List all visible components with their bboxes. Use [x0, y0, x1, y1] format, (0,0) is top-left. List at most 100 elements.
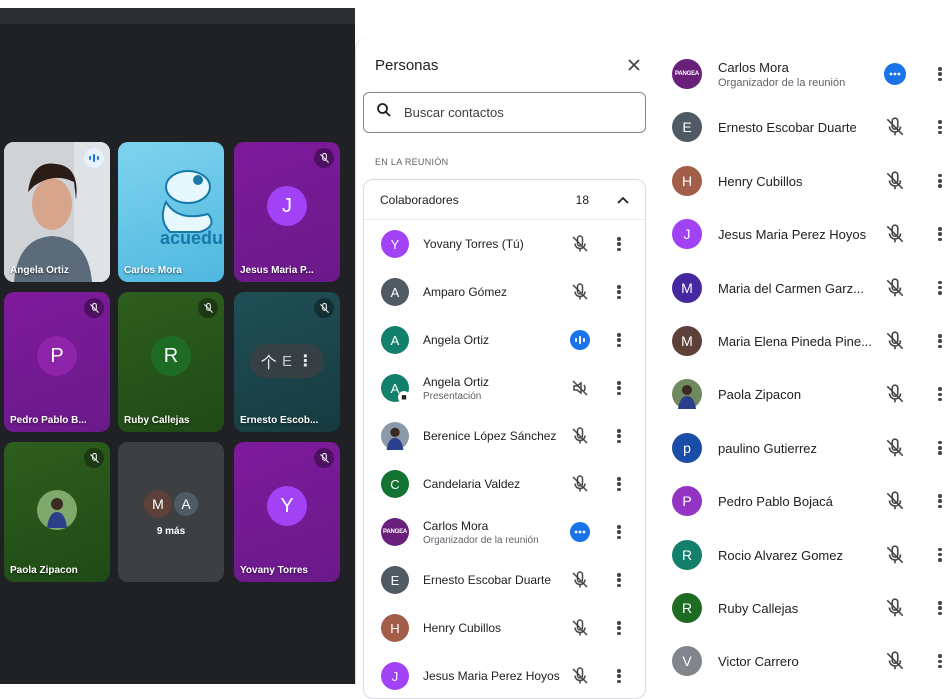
mic-off-icon[interactable] — [884, 330, 906, 352]
participant-row[interactable]: PANGEA Carlos Mora Organizador de la reuni… — [364, 508, 645, 556]
mic-off-icon — [198, 298, 218, 318]
participant-row[interactable]: M Maria del Carmen Garz... — [652, 261, 945, 315]
video-tile-yovany-torres[interactable]: Y Yovany Torres — [234, 442, 340, 582]
presentation-badge-icon: ■ — [398, 391, 410, 403]
participant-row[interactable]: E Ernesto Escobar Duarte — [364, 556, 645, 604]
pin-icon[interactable]: 个 — [261, 349, 277, 373]
more-vert-icon[interactable] — [935, 545, 945, 565]
avatar: E — [672, 112, 702, 143]
more-vert-icon[interactable] — [935, 171, 945, 191]
more-options-circle-icon[interactable] — [884, 63, 906, 85]
more-vert-icon[interactable] — [614, 522, 624, 542]
video-tile-ernesto-escobar[interactable]: 个 E ⋮ Ernesto Escob... — [234, 292, 340, 432]
participant-row[interactable]: Paola Zipacon — [652, 367, 945, 421]
more-vert-icon[interactable] — [614, 282, 624, 302]
avatar: H — [381, 614, 409, 642]
participant-row[interactable]: H Henry Cubillos — [652, 154, 945, 208]
participant-row[interactable]: H Henry Cubillos — [364, 604, 645, 652]
participant-row[interactable]: PANGEA Carlos Mora Organizador de la reuni… — [652, 47, 945, 101]
mic-off-icon[interactable] — [884, 277, 906, 299]
more-vert-icon[interactable] — [614, 474, 624, 494]
mic-off-icon[interactable] — [884, 170, 906, 192]
more-vert-icon[interactable] — [935, 598, 945, 618]
avatar: PANGEA — [672, 59, 702, 89]
more-vert-icon[interactable] — [935, 64, 945, 84]
video-tile-angela-ortiz[interactable]: Angela Ortiz — [4, 142, 110, 282]
participant-row[interactable]: J Jesus Maria Perez Hoyos — [652, 207, 945, 261]
participant-row[interactable]: V Victor Carrero — [652, 634, 945, 688]
more-vert-icon[interactable] — [614, 330, 624, 350]
participant-row[interactable]: p paulino Gutierrez — [652, 421, 945, 475]
avatar: p — [672, 432, 702, 463]
more-vert-icon[interactable] — [614, 570, 624, 590]
participant-name: Amparo Gómez — [423, 285, 508, 299]
chevron-up-icon[interactable] — [617, 191, 629, 209]
participant-row[interactable]: A Amparo Gómez — [364, 268, 645, 316]
participant-row[interactable]: R Rocio Alvarez Gomez — [652, 528, 945, 582]
search-input[interactable]: Buscar contactos — [363, 92, 646, 133]
more-options-icon[interactable]: ⋮ — [297, 351, 313, 371]
more-vert-icon[interactable] — [935, 224, 945, 244]
video-tile-pedro-pablo[interactable]: P Pedro Pablo B... — [4, 292, 110, 432]
participant-list: PANGEA Carlos Mora Organizador de la reuni… — [652, 47, 945, 684]
participant-row[interactable]: A Angela Ortiz Presentación ■ — [364, 364, 645, 412]
more-vert-icon[interactable] — [935, 331, 945, 351]
mic-off-icon[interactable] — [884, 383, 906, 405]
participant-row[interactable]: A Angela Ortiz — [364, 316, 645, 364]
tile-name: Jesus Maria P... — [240, 265, 314, 276]
close-icon[interactable] — [624, 55, 644, 75]
participant-row[interactable]: C Candelaria Valdez — [364, 460, 645, 508]
participant-name: Angela Ortiz — [423, 375, 490, 389]
more-vert-icon[interactable] — [614, 666, 624, 686]
mic-off-icon[interactable] — [884, 544, 906, 566]
mic-off-icon[interactable] — [884, 437, 906, 459]
more-vert-icon[interactable] — [935, 384, 945, 404]
video-tile-jesus-maria[interactable]: J Jesus Maria P... — [234, 142, 340, 282]
mic-off-icon[interactable] — [570, 666, 590, 686]
mic-off-icon[interactable] — [884, 116, 906, 138]
participant-row[interactable]: R Ruby Callejas — [652, 581, 945, 635]
participant-row[interactable]: Y Yovany Torres (Tú) — [364, 220, 645, 268]
avatar: V — [672, 646, 702, 677]
more-vert-icon[interactable] — [614, 378, 624, 398]
video-tile-carlos-mora[interactable]: acuedu Carlos Mora — [118, 142, 224, 282]
avatar: R — [672, 539, 702, 570]
participant-name: Rocio Alvarez Gomez — [718, 547, 843, 563]
participant-role: Presentación — [423, 391, 482, 402]
tile-avatar: R — [151, 336, 191, 376]
audio-off-icon — [572, 380, 588, 396]
mic-off-icon[interactable] — [884, 490, 906, 512]
avatar: R — [672, 593, 702, 623]
avatar: M — [672, 272, 702, 303]
more-vert-icon[interactable] — [614, 618, 624, 638]
participant-row[interactable]: P Pedro Pablo Bojacá — [652, 474, 945, 528]
mic-off-icon[interactable] — [884, 223, 906, 245]
more-options-circle-icon[interactable] — [570, 522, 590, 542]
more-vert-icon[interactable] — [614, 426, 624, 446]
video-tile-ruby-callejas[interactable]: R Ruby Callejas — [118, 292, 224, 432]
participant-row[interactable]: E Ernesto Escobar Duarte — [652, 100, 945, 154]
panel-title: Personas — [375, 57, 439, 74]
participant-row[interactable]: J Jesus Maria Perez Hoyos — [364, 652, 645, 698]
video-tile-paola-zipacon[interactable]: Paola Zipacon — [4, 442, 110, 582]
mic-off-icon[interactable] — [570, 282, 590, 302]
mic-off-icon[interactable] — [570, 474, 590, 494]
more-vert-icon[interactable] — [935, 438, 945, 458]
mic-off-icon[interactable] — [570, 618, 590, 638]
group-label: Colaboradores — [380, 192, 459, 207]
participant-row[interactable]: Berenice López Sánchez — [364, 412, 645, 460]
mic-off-icon[interactable] — [570, 426, 590, 446]
more-vert-icon[interactable] — [614, 234, 624, 254]
collaborators-header[interactable]: Colaboradores 18 — [364, 180, 645, 220]
more-vert-icon[interactable] — [935, 278, 945, 298]
mic-off-icon[interactable] — [884, 650, 906, 672]
mic-off-icon[interactable] — [570, 570, 590, 590]
participant-name: Maria Elena Pineda Pine... — [718, 334, 872, 349]
mic-off-icon[interactable] — [570, 234, 590, 254]
more-vert-icon[interactable] — [935, 117, 945, 137]
mic-off-icon[interactable] — [884, 597, 906, 619]
more-participants-tile[interactable]: M A 9 más — [118, 442, 224, 582]
more-vert-icon[interactable] — [935, 491, 945, 511]
more-vert-icon[interactable] — [935, 651, 945, 671]
participant-row[interactable]: M Maria Elena Pineda Pine... — [652, 314, 945, 368]
